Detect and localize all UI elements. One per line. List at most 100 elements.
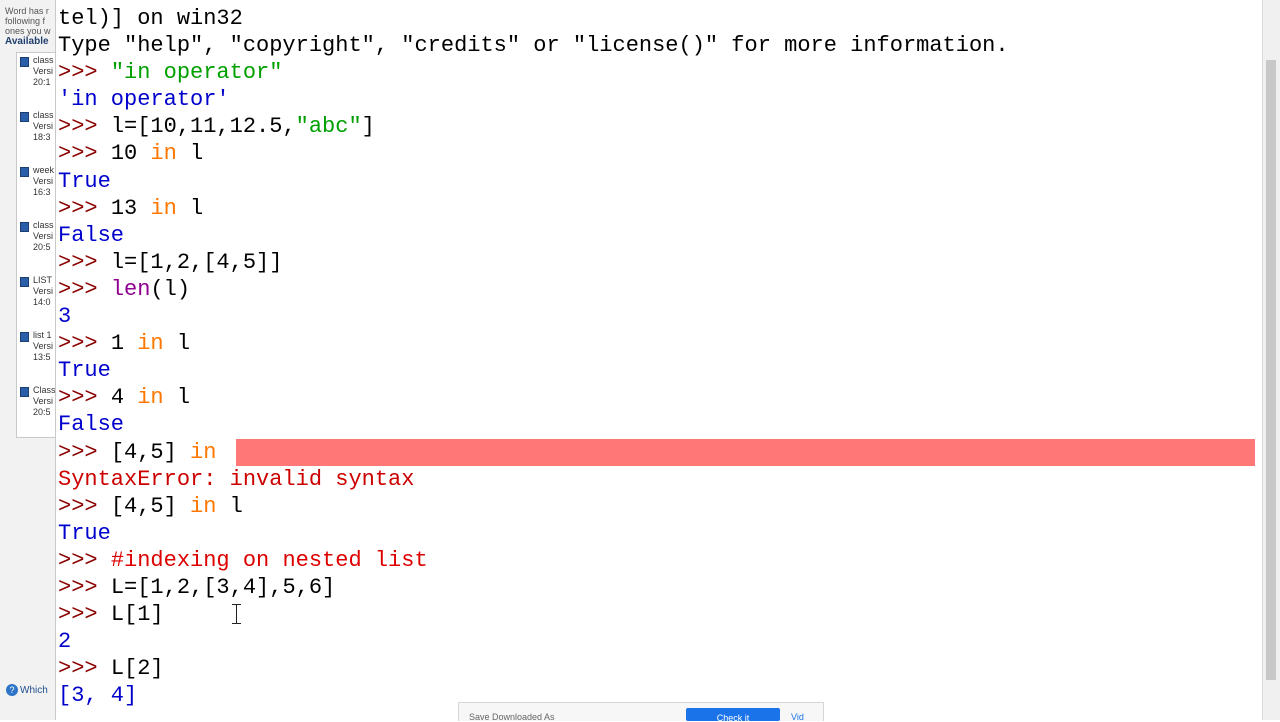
shell-line: SyntaxError: invalid syntax: [58, 466, 1258, 493]
recovered-file-item[interactable]: class Versi 20:5: [17, 218, 55, 266]
shell-token: L[1]: [110, 602, 164, 628]
word-document-icon: [20, 112, 29, 122]
word-document-icon: [20, 167, 29, 177]
available-files-heading: Available: [5, 36, 49, 47]
shell-token: ]: [361, 114, 375, 140]
shell-token: l: [163, 385, 191, 411]
file-detail: Versi: [33, 286, 54, 296]
shell-token: in: [150, 141, 177, 167]
file-detail: Versi: [33, 231, 54, 241]
recovered-file-item[interactable]: class Versi 18:3: [17, 108, 55, 156]
recovered-file-item[interactable]: list 1 Versi 13:5: [17, 328, 55, 376]
syntax-error-highlight: [236, 438, 1255, 466]
shell-line: Type "help", "copyright", "credits" or "…: [58, 32, 1258, 59]
word-document-icon: [20, 222, 29, 232]
file-name: LIST: [33, 275, 53, 285]
popup-message: Save Downloaded As: [469, 712, 555, 722]
shell-prompt: >>>: [58, 195, 111, 221]
file-detail: 20:1: [33, 77, 51, 87]
shell-line: >>> "in operator": [58, 59, 1258, 86]
popup-action-button[interactable]: Check it: [686, 708, 780, 721]
help-icon: ?: [6, 684, 18, 696]
file-detail: Versi: [33, 396, 54, 406]
word-document-icon: [20, 57, 29, 67]
shell-line: True: [58, 520, 1258, 547]
shell-token: 4: [110, 385, 138, 411]
shell-prompt: >>>: [58, 656, 111, 682]
word-document-icon: [20, 277, 29, 287]
file-detail: 16:3: [33, 187, 51, 197]
shell-line: >>> L=[1,2,[3,4],5,6]: [58, 574, 1258, 601]
recovered-file-item[interactable]: class Versi 20:1: [17, 53, 55, 101]
shell-prompt: >>>: [58, 493, 111, 519]
file-detail: Versi: [33, 341, 54, 351]
text-cursor-icon: [232, 604, 241, 624]
shell-line: >>> l=[10,11,12.5,"abc"]: [58, 113, 1258, 140]
document-recovery-pane: Word has r following f ones you w Availabl…: [0, 0, 56, 720]
file-name: week: [33, 165, 55, 175]
recovered-file-item[interactable]: Class Versi 20:5: [17, 383, 55, 431]
shell-token: in: [190, 493, 217, 519]
shell-token: [4,5]: [110, 439, 191, 465]
file-detail: 18:3: [33, 132, 51, 142]
file-name: list 1: [33, 330, 52, 340]
shell-token: l: [176, 195, 204, 221]
shell-token: in: [137, 385, 164, 411]
shell-line: >>> 1 in l: [58, 330, 1258, 357]
help-link[interactable]: ? Which: [6, 684, 48, 696]
download-popup: Save Downloaded As Check it Vid: [458, 702, 824, 722]
shell-prompt: >>>: [58, 331, 111, 357]
shell-token: 13: [110, 195, 151, 221]
shell-line: >>> len(l): [58, 276, 1258, 303]
shell-prompt: >>>: [58, 249, 111, 275]
file-detail: 13:5: [33, 352, 51, 362]
recovery-note-line: Word has r: [5, 6, 49, 16]
file-name: class: [33, 220, 54, 230]
shell-token: 10: [110, 141, 151, 167]
shell-token: l: [216, 493, 243, 519]
shell-token: True: [58, 168, 111, 194]
shell-token: "abc": [295, 114, 362, 140]
shell-line: True: [58, 168, 1258, 195]
shell-token: False: [58, 222, 125, 248]
shell-prompt: >>>: [58, 385, 111, 411]
shell-token: in: [150, 195, 177, 221]
shell-token: #indexing on nested list: [110, 547, 428, 573]
shell-token: True: [58, 520, 111, 546]
shell-line: False: [58, 222, 1258, 249]
file-name: class: [33, 110, 54, 120]
shell-line: False: [58, 411, 1258, 438]
recovery-note-line: following f: [5, 16, 46, 26]
shell-token: 2: [58, 629, 72, 655]
shell-token: l: [176, 141, 204, 167]
recovered-files-list: class Versi 20:1 class Versi 18:3 week Versi 16:…: [16, 52, 55, 438]
scrollbar-thumb[interactable]: [1266, 60, 1276, 680]
file-detail: 20:5: [33, 407, 51, 417]
file-detail: 20:5: [33, 242, 51, 252]
shell-line: >>> #indexing on nested list: [58, 547, 1258, 574]
popup-link[interactable]: Vid: [791, 712, 804, 722]
shell-prompt: >>>: [58, 141, 111, 167]
word-document-icon: [20, 332, 29, 342]
shell-token: l=[10,11,12.5,: [110, 114, 296, 140]
shell-line: 2: [58, 628, 1258, 655]
recovered-file-item[interactable]: week Versi 16:3: [17, 163, 55, 211]
file-detail: Versi: [33, 66, 54, 76]
word-document-icon: [20, 387, 29, 397]
shell-line: >>> L[2]: [58, 655, 1258, 682]
help-link-label: Which: [20, 685, 48, 696]
recovery-note-line: ones you w: [5, 26, 51, 36]
shell-token: l=[1,2,[4,5]]: [110, 249, 283, 275]
shell-line: tel)] on win32: [58, 5, 1258, 32]
shell-prompt: >>>: [58, 60, 111, 86]
recovered-file-item[interactable]: LIST Versi 14:0: [17, 273, 55, 321]
shell-prompt: >>>: [58, 574, 111, 600]
shell-line: >>> [4,5] in l: [58, 493, 1258, 520]
shell-token: 1: [110, 331, 138, 357]
shell-token: Type "help", "copyright", "credits" or "…: [58, 33, 1009, 59]
shell-line: >>> 4 in l: [58, 384, 1258, 411]
shell-token: [3, 4]: [58, 683, 138, 709]
shell-line: >>> [4,5] in: [58, 438, 1258, 466]
file-detail: Versi: [33, 121, 54, 131]
shell-token: in: [137, 331, 164, 357]
